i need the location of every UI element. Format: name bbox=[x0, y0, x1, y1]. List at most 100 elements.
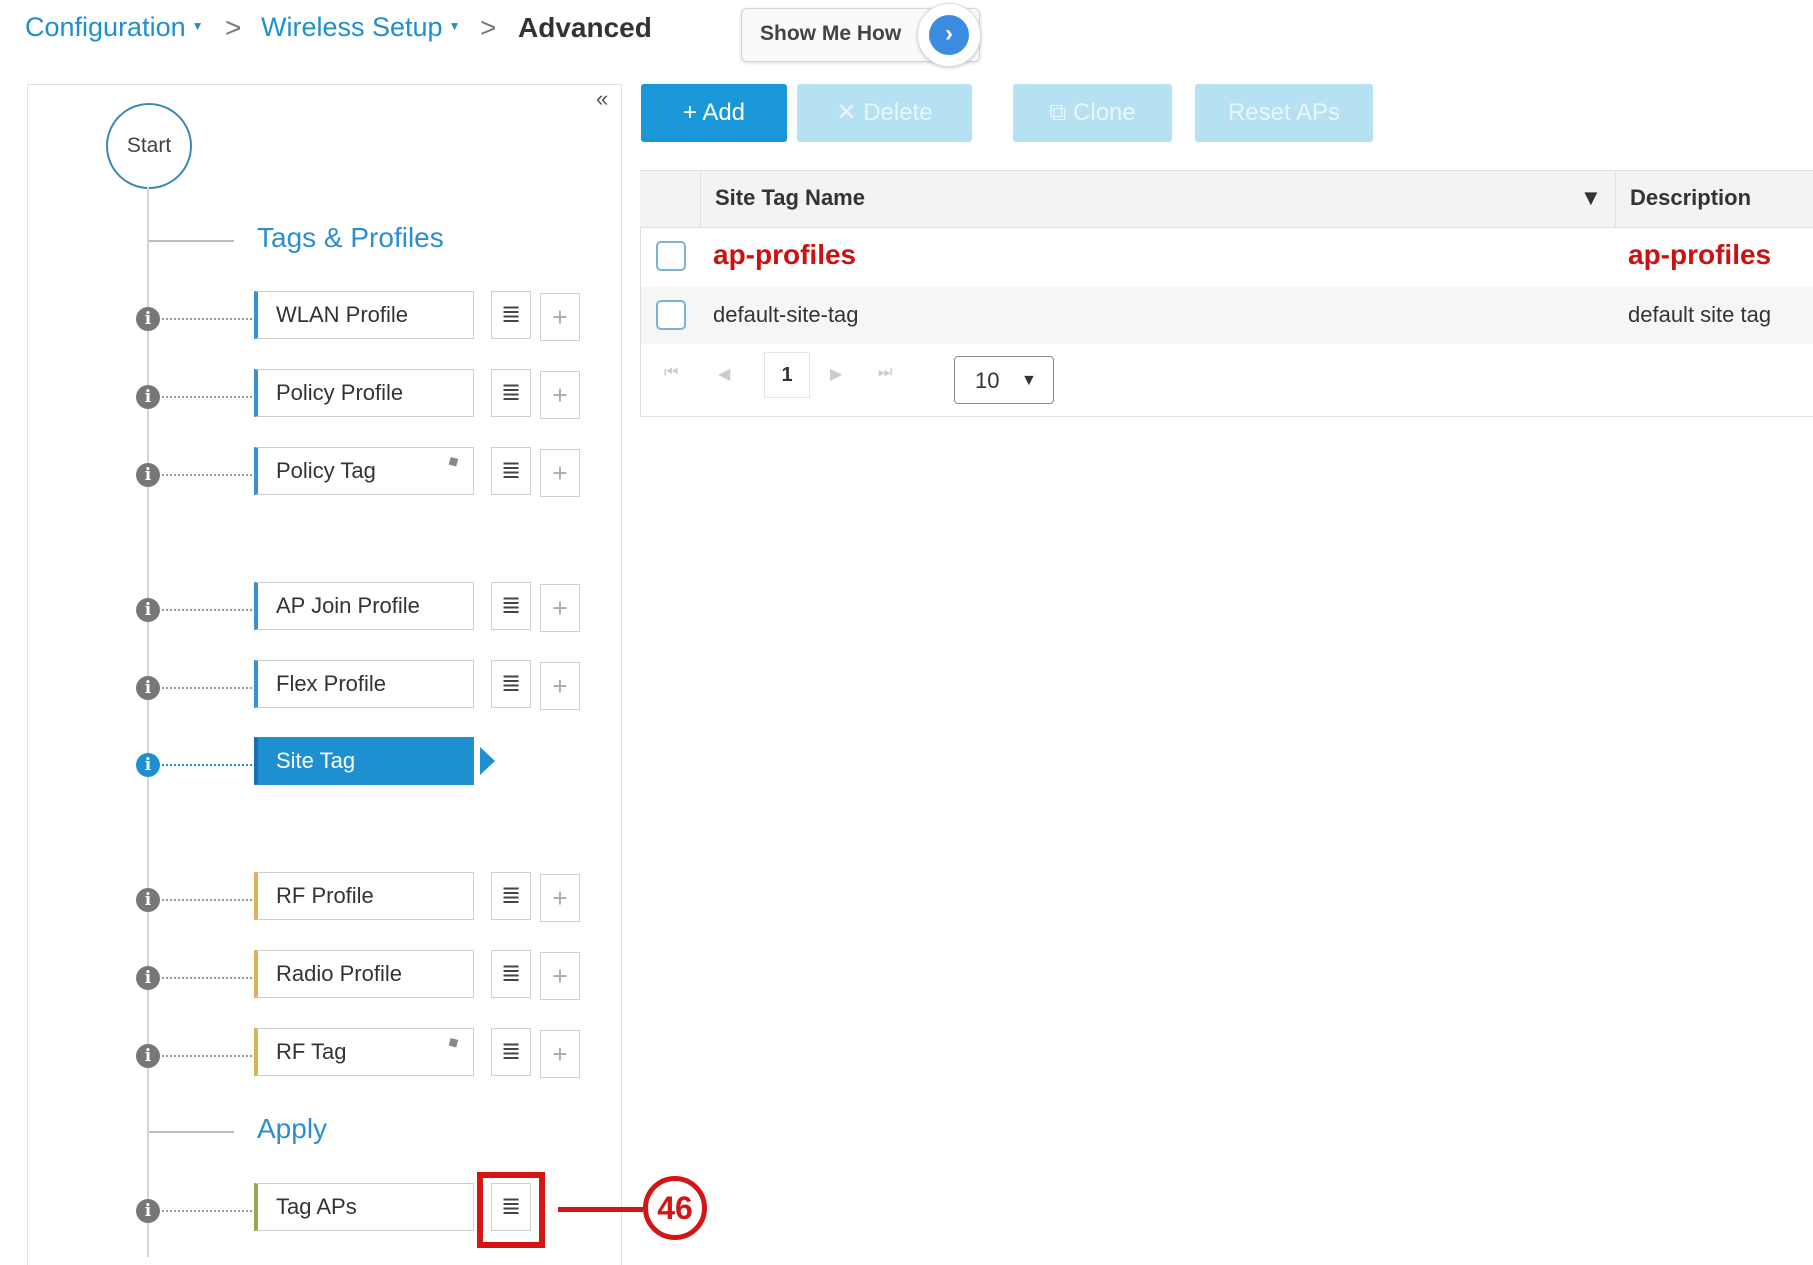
section-connector bbox=[149, 240, 234, 242]
flow-item-label: Policy Tag bbox=[276, 458, 376, 483]
flow-item-rf-profile[interactable]: RF Profile bbox=[254, 872, 474, 920]
last-page-icon[interactable]: ⏭ bbox=[878, 364, 892, 382]
table-header: Site Tag Name ▼ Description bbox=[640, 171, 1813, 228]
info-icon[interactable]: i bbox=[136, 966, 160, 990]
add-button[interactable]: + bbox=[540, 449, 580, 497]
caret-down-icon: ▼ bbox=[448, 19, 461, 33]
flow-item-label: Policy Profile bbox=[276, 380, 404, 405]
list-button[interactable]: ≣ bbox=[491, 950, 531, 998]
flow-item-policy-profile[interactable]: Policy Profile bbox=[254, 369, 474, 417]
flow-item-ap-join-profile[interactable]: AP Join Profile bbox=[254, 582, 474, 630]
add-button[interactable]: + Add bbox=[641, 84, 787, 142]
current-page[interactable]: 1 bbox=[764, 352, 810, 398]
flow-item-site-tag[interactable]: Site Tag bbox=[254, 737, 474, 785]
prev-page-icon[interactable]: ◀ bbox=[718, 364, 730, 384]
clone-button[interactable]: ⧉ Clone bbox=[1013, 84, 1172, 142]
page-size-value: 10 bbox=[975, 368, 1000, 393]
info-icon[interactable]: i bbox=[136, 676, 160, 700]
flow-item-radio-profile[interactable]: Radio Profile bbox=[254, 950, 474, 998]
show-me-how-circle[interactable]: › bbox=[917, 3, 981, 67]
list-button[interactable]: ≣ bbox=[491, 291, 531, 339]
section-connector bbox=[149, 1131, 234, 1133]
column-divider bbox=[1615, 171, 1616, 227]
flow-item-label: Radio Profile bbox=[276, 961, 402, 986]
flow-item-label: AP Join Profile bbox=[276, 593, 420, 618]
first-page-icon[interactable]: ⏮ bbox=[664, 364, 678, 382]
list-button[interactable]: ≣ bbox=[491, 1028, 531, 1076]
dotted-connector bbox=[162, 687, 252, 689]
flow-item-wlan-profile[interactable]: WLAN Profile bbox=[254, 291, 474, 339]
info-icon[interactable]: i bbox=[136, 385, 160, 409]
section-tags-profiles: Tags & Profiles bbox=[257, 222, 444, 253]
dotted-connector bbox=[162, 318, 252, 320]
dotted-connector bbox=[162, 977, 252, 979]
section-apply: Apply bbox=[257, 1113, 328, 1144]
add-button[interactable]: + bbox=[540, 1030, 580, 1078]
info-icon[interactable]: i bbox=[136, 1199, 160, 1223]
info-icon[interactable]: i bbox=[136, 463, 160, 487]
flow-item-label: RF Tag bbox=[276, 1039, 347, 1064]
active-pointer bbox=[480, 747, 495, 775]
flow-item-policy-tag[interactable]: Policy Tag ⬥ bbox=[254, 447, 474, 495]
breadcrumb-wireless-setup[interactable]: Wireless Setup ▼ bbox=[261, 12, 460, 43]
list-button[interactable]: ≣ bbox=[491, 872, 531, 920]
list-icon: ≣ bbox=[500, 301, 522, 328]
flow-item-rf-tag[interactable]: RF Tag ⬥ bbox=[254, 1028, 474, 1076]
flow-item-label: Flex Profile bbox=[276, 671, 387, 696]
list-icon: ≣ bbox=[500, 592, 522, 619]
flow-item-label: RF Profile bbox=[276, 883, 374, 908]
plus-icon: + bbox=[552, 593, 568, 623]
list-button[interactable]: ≣ bbox=[491, 369, 531, 417]
reset-aps-button[interactable]: Reset APs bbox=[1195, 84, 1373, 142]
tag-icon: ⬥ bbox=[444, 451, 463, 472]
info-icon[interactable]: i bbox=[136, 598, 160, 622]
dotted-connector bbox=[162, 1055, 252, 1057]
add-button[interactable]: + bbox=[540, 952, 580, 1000]
plus-icon: + bbox=[552, 302, 568, 332]
plus-icon: + bbox=[552, 458, 568, 488]
row-description: ap-profiles bbox=[1628, 239, 1772, 270]
filter-icon[interactable]: ▼ bbox=[1580, 185, 1602, 211]
row-name[interactable]: ap-profiles bbox=[713, 239, 856, 271]
list-button[interactable]: ≣ bbox=[491, 447, 531, 495]
add-button[interactable]: + bbox=[540, 584, 580, 632]
dotted-connector bbox=[162, 609, 252, 611]
flow-item-flex-profile[interactable]: Flex Profile bbox=[254, 660, 474, 708]
next-page-icon[interactable]: ▶ bbox=[830, 364, 842, 384]
delete-button[interactable]: ✕ Delete bbox=[797, 84, 972, 142]
tag-icon: ⬥ bbox=[444, 1032, 463, 1053]
row-description: default site tag bbox=[1628, 302, 1772, 327]
row-checkbox[interactable] bbox=[656, 241, 686, 271]
dotted-connector bbox=[162, 764, 252, 766]
row-checkbox[interactable] bbox=[656, 300, 686, 330]
row-name[interactable]: default-site-tag bbox=[713, 302, 859, 328]
list-button[interactable]: ≣ bbox=[491, 582, 531, 630]
add-button[interactable]: + bbox=[540, 371, 580, 419]
breadcrumb-separator: > bbox=[480, 12, 497, 43]
info-icon[interactable]: i bbox=[136, 888, 160, 912]
column-divider bbox=[700, 171, 701, 227]
callout-line bbox=[558, 1207, 643, 1212]
info-icon[interactable]: i bbox=[136, 753, 160, 777]
list-icon: ≣ bbox=[500, 457, 522, 484]
flow-item-tag-aps[interactable]: Tag APs bbox=[254, 1183, 474, 1231]
page-size-select[interactable]: 10 ▼ bbox=[954, 356, 1054, 404]
column-header-site-tag-name[interactable]: Site Tag Name bbox=[715, 185, 865, 211]
show-me-how-button[interactable]: Show Me How › bbox=[741, 3, 981, 67]
add-button[interactable]: + bbox=[540, 293, 580, 341]
column-header-description[interactable]: Description bbox=[1630, 185, 1751, 211]
flow-item-label: Site Tag bbox=[276, 748, 356, 773]
info-icon[interactable]: i bbox=[136, 1044, 160, 1068]
add-button[interactable]: + bbox=[540, 662, 580, 710]
breadcrumb-configuration[interactable]: Configuration ▼ bbox=[25, 12, 204, 43]
start-node: Start bbox=[106, 103, 192, 189]
list-button[interactable]: ≣ bbox=[491, 660, 531, 708]
collapse-icon[interactable]: « bbox=[596, 86, 608, 112]
dotted-connector bbox=[162, 474, 252, 476]
chevron-right-icon: › bbox=[929, 15, 969, 55]
caret-down-icon: ▼ bbox=[191, 19, 204, 33]
show-me-how-label: Show Me How bbox=[760, 22, 902, 45]
flow-line bbox=[147, 187, 149, 1257]
info-icon[interactable]: i bbox=[136, 307, 160, 331]
add-button[interactable]: + bbox=[540, 874, 580, 922]
